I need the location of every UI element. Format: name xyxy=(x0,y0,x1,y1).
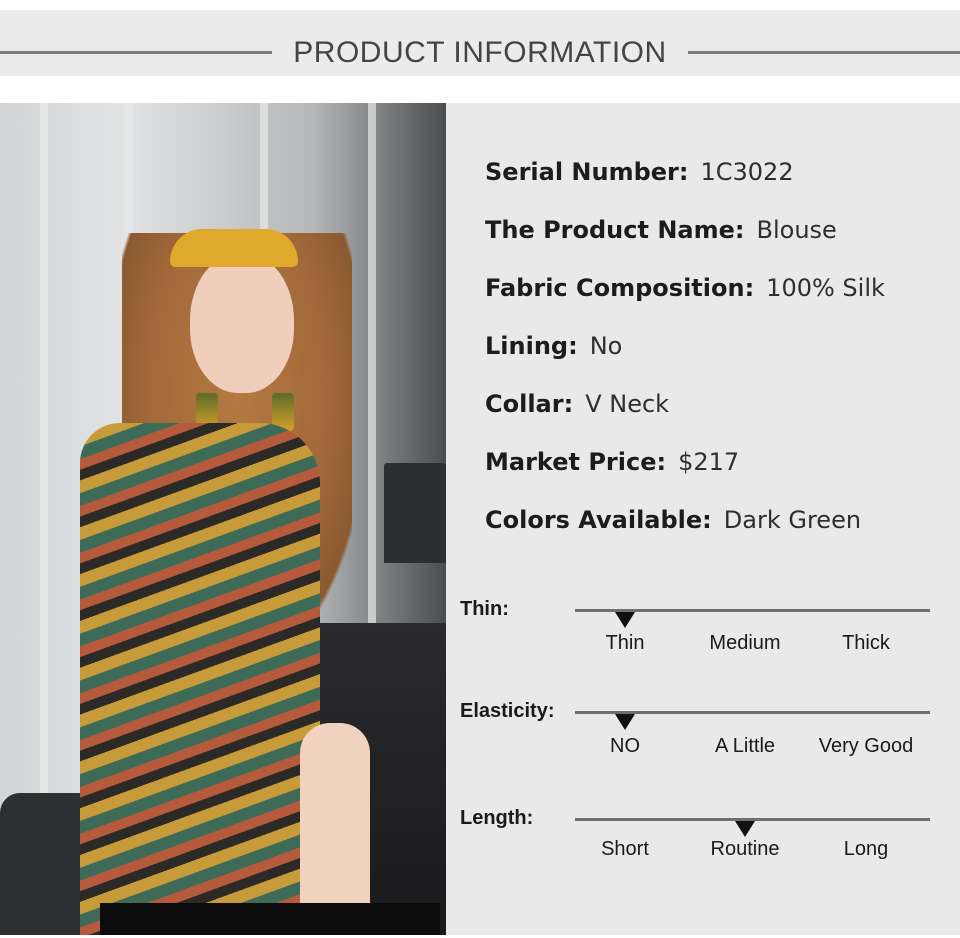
header-rule-left xyxy=(0,51,272,54)
length-scale-marker xyxy=(735,821,755,837)
page-title: PRODUCT INFORMATION xyxy=(293,36,667,69)
elasticity-option-a-little: A Little xyxy=(714,735,776,757)
length-scale-label: Length: xyxy=(460,807,534,829)
product-photo xyxy=(0,103,446,935)
model-face xyxy=(190,253,294,393)
thin-option-thick: Thick xyxy=(842,632,890,654)
blouse-garment xyxy=(80,423,320,935)
elasticity-scale-label: Elasticity: xyxy=(460,700,555,722)
model-skirt xyxy=(100,903,440,935)
spec-label: Colors Available: xyxy=(485,506,712,534)
spec-value: $217 xyxy=(678,448,740,476)
spec-label: Serial Number: xyxy=(485,158,689,186)
thin-scale-marker xyxy=(615,612,635,628)
spec-value: No xyxy=(589,332,623,360)
spec-row-product-name: The Product Name: Blouse xyxy=(485,213,837,247)
spec-label: The Product Name: xyxy=(485,216,745,244)
elasticity-option-no: NO xyxy=(610,735,640,757)
spec-row-colors-available: Colors Available: Dark Green xyxy=(485,503,861,537)
model-headband xyxy=(170,229,298,267)
elasticity-scale-marker xyxy=(615,714,635,730)
thin-option-medium: Medium xyxy=(709,632,781,654)
length-option-short: Short xyxy=(601,838,649,860)
spec-row-serial-number: Serial Number: 1C3022 xyxy=(485,155,794,189)
spec-row-fabric-composition: Fabric Composition: 100% Silk xyxy=(485,271,885,305)
lamp-shade xyxy=(384,463,446,563)
spec-value: 1C3022 xyxy=(700,158,794,186)
spec-label: Lining: xyxy=(485,332,578,360)
header-band: PRODUCT INFORMATION xyxy=(0,10,960,76)
thin-option-thin: Thin xyxy=(605,632,645,654)
spec-value: 100% Silk xyxy=(766,274,885,302)
elasticity-option-very-good: Very Good xyxy=(818,735,914,757)
spec-value: Dark Green xyxy=(723,506,862,534)
thin-scale-label: Thin: xyxy=(460,598,509,620)
length-option-routine: Routine xyxy=(710,838,780,860)
header-rule-right xyxy=(688,51,960,54)
spec-row-market-price: Market Price: $217 xyxy=(485,445,739,479)
spec-label: Collar: xyxy=(485,390,574,418)
spec-label: Market Price: xyxy=(485,448,667,476)
spec-row-lining: Lining: No xyxy=(485,329,622,363)
length-option-long: Long xyxy=(843,838,889,860)
spec-value: V Neck xyxy=(585,390,670,418)
spec-value: Blouse xyxy=(756,216,837,244)
spec-label: Fabric Composition: xyxy=(485,274,755,302)
spec-row-collar: Collar: V Neck xyxy=(485,387,669,421)
